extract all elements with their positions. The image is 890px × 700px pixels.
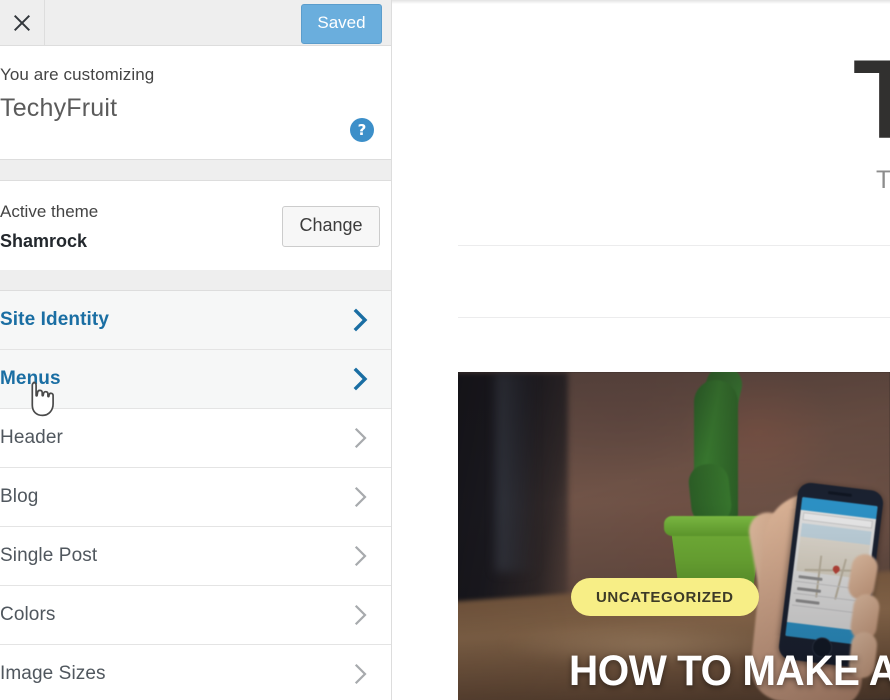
preview-top-shadow [392,0,890,4]
preview-divider-1 [458,245,890,246]
featured-post-card[interactable]: UNCATEGORIZED HOW TO MAKE A [458,372,890,700]
sidebar-item-image-sizes[interactable]: Image Sizes [0,645,391,700]
customizer-sidebar: Saved You are customizing TechyFruit ? A… [0,0,392,700]
close-customizer-button[interactable] [0,0,45,45]
customizer-screen: Saved You are customizing TechyFruit ? A… [0,0,890,700]
chevron-right-icon [354,427,367,449]
post-category-label: UNCATEGORIZED [596,588,734,606]
preview-site-title[interactable]: T [853,44,890,156]
active-theme-name: Shamrock [0,231,88,251]
site-name: TechyFruit [0,94,118,122]
sidebar-item-label: Colors [0,604,56,625]
chevron-right-icon [354,545,367,567]
chevron-right-icon [353,308,368,332]
sidebar-item-single-post[interactable]: Single Post [0,527,391,586]
customizing-info: You are customizing TechyFruit ? [0,46,391,160]
sidebar-item-label: Header [0,427,63,448]
preview-divider-2 [458,317,890,318]
preview-site-tagline: T [876,166,890,194]
sidebar-item-label: Single Post [0,545,98,566]
customizer-header-bar: Saved [0,0,391,46]
active-theme-box: Active theme Shamrock Change [0,181,391,271]
sidebar-item-header[interactable]: Header [0,409,391,468]
chevron-right-icon [353,367,368,391]
panel-divider-top [0,160,391,181]
sidebar-item-label: Site Identity [0,309,109,330]
close-icon [14,14,30,31]
sidebar-item-label: Image Sizes [0,663,106,684]
change-theme-button[interactable]: Change [282,206,380,247]
site-preview-pane[interactable]: T T UNCATEGORIZED HOW TO MAKE A [392,0,890,700]
customizing-label: You are customizing [0,65,155,84]
chevron-right-icon [354,663,367,685]
panel-divider-bottom [0,270,391,291]
customizer-section-list: Site Identity Menus Header Blog Single P… [0,291,391,700]
sidebar-item-site-identity[interactable]: Site Identity [0,291,391,350]
save-button[interactable]: Saved [301,4,382,44]
sidebar-item-label: Blog [0,486,39,507]
sidebar-item-menus[interactable]: Menus [0,350,391,409]
chevron-right-icon [354,604,367,626]
post-title[interactable]: HOW TO MAKE A [569,650,890,693]
sidebar-item-blog[interactable]: Blog [0,468,391,527]
sidebar-item-label: Menus [0,368,61,389]
active-theme-label: Active theme [0,202,99,221]
sidebar-item-colors[interactable]: Colors [0,586,391,645]
post-category-badge[interactable]: UNCATEGORIZED [571,578,759,616]
help-icon-glyph: ? [357,120,367,139]
help-icon[interactable]: ? [350,118,374,142]
chevron-right-icon [354,486,367,508]
